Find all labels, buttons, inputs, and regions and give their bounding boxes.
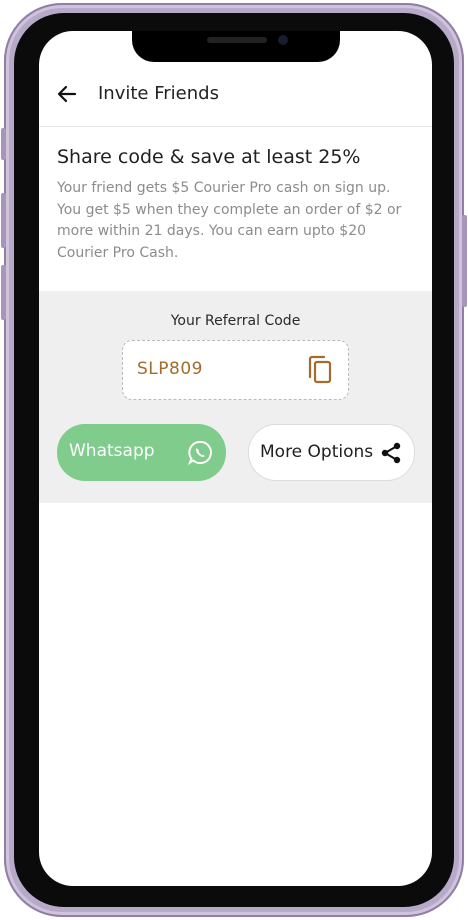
phone-volume-down-button (1, 265, 6, 320)
copy-button[interactable] (306, 355, 334, 385)
whatsapp-icon (187, 440, 212, 466)
referral-code-label: Your Referral Code (170, 313, 301, 329)
share-icon (381, 442, 401, 464)
network-type-label: 4G (77, 38, 89, 47)
battery-percent: 41% (359, 38, 388, 53)
phone-power-button (462, 215, 467, 307)
back-button[interactable] (55, 82, 79, 106)
intro-title: Share code & save at least 25% (57, 146, 361, 168)
battery-icon (394, 39, 418, 52)
signal-icon (92, 39, 107, 52)
referral-panel: Your Referral Code SLP809 Whatsapp More … (39, 291, 432, 503)
page-title: Invite Friends (98, 83, 219, 104)
app-screen: 4G 3:00 41% Invite Friends Share code & … (39, 31, 432, 886)
arrow-left-icon (57, 85, 77, 103)
copy-icon (308, 355, 332, 384)
notch (132, 31, 340, 62)
status-bar: 4G 3:00 41% (39, 31, 432, 64)
app-header: Invite Friends (39, 64, 432, 127)
more-options-button[interactable]: More Options (248, 424, 415, 481)
wifi-icon (340, 41, 353, 51)
intro-description: Your friend gets $5 Courier Pro cash on … (57, 180, 402, 261)
status-right: 41% (339, 38, 418, 53)
status-left: 4G 3:00 (57, 38, 142, 53)
front-camera (278, 35, 288, 45)
signal-icon (57, 39, 72, 52)
referral-code-box[interactable]: SLP809 (122, 340, 349, 400)
phone-mute-switch (1, 128, 6, 160)
referral-code: SLP809 (137, 359, 203, 379)
speaker-grille (207, 37, 267, 43)
whatsapp-share-button[interactable]: Whatsapp (57, 424, 226, 481)
phone-volume-up-button (1, 193, 6, 248)
whatsapp-button-label: Whatsapp (69, 441, 155, 461)
more-options-label: More Options (260, 442, 374, 462)
invite-intro: Share code & save at least 25% Your frie… (57, 146, 417, 264)
